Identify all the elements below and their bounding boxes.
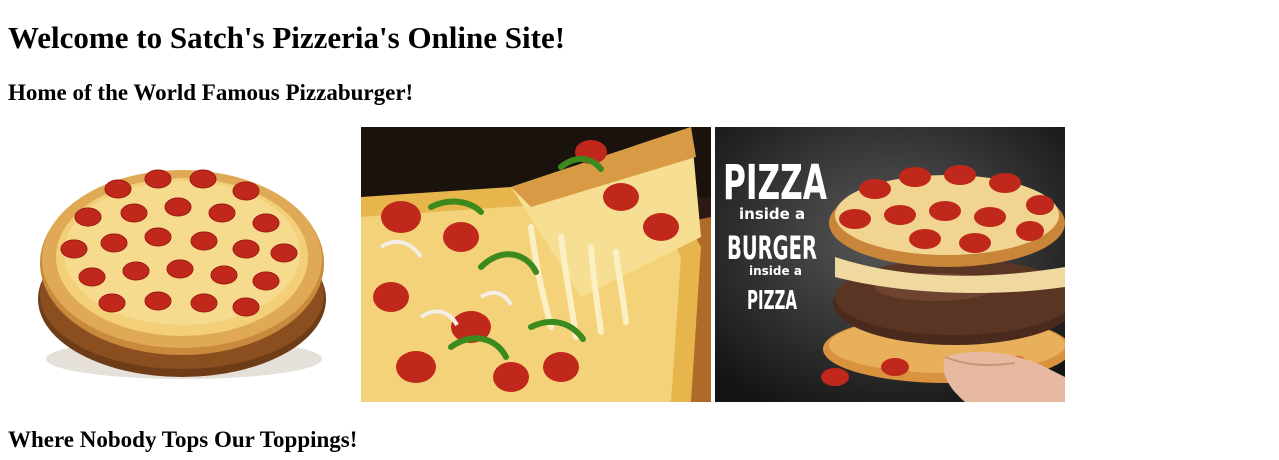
pepperoni-pizza-photo bbox=[8, 127, 358, 402]
pizza-burger-promo-photo: PIZZA inside a BURGER inside a PIZZA bbox=[715, 127, 1065, 402]
page-subtitle: Home of the World Famous Pizzaburger! bbox=[8, 80, 414, 105]
promo-text-pizza-bottom: PIZZA bbox=[747, 286, 797, 316]
promo-text-inside-a-1: inside a bbox=[739, 205, 805, 223]
promo-text-inside-a-2: inside a bbox=[749, 264, 802, 278]
page-tagline: Where Nobody Tops Our Toppings! bbox=[8, 427, 358, 452]
cheese-pull-pizza-slice-photo bbox=[361, 127, 711, 402]
promo-text-burger: BURGER bbox=[727, 229, 817, 267]
page-title: Welcome to Satch's Pizzeria's Online Sit… bbox=[8, 20, 566, 55]
image-gallery: PIZZA inside a BURGER inside a PIZZA bbox=[8, 127, 1068, 402]
promo-text-pizza-top: PIZZA bbox=[723, 155, 827, 211]
